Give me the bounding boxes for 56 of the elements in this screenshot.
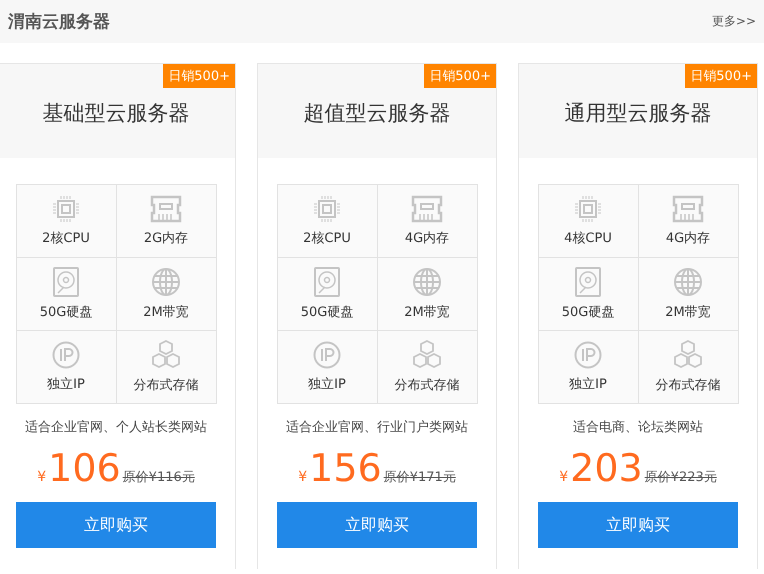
spec-label: 50G硬盘 [562, 304, 614, 321]
sales-badge: 日销500+ [424, 64, 496, 88]
price: 106 [48, 446, 121, 490]
spec-label: 4核CPU [564, 230, 612, 247]
spec-label: 独立IP [569, 376, 607, 393]
ip-icon [313, 341, 341, 369]
currency-symbol: ¥ [559, 469, 568, 485]
card-description: 适合企业官网、行业门户类网站 [286, 419, 468, 436]
currency-symbol: ¥ [298, 469, 308, 485]
buy-button[interactable]: 立即购买 [277, 502, 477, 548]
spec-label: 50G硬盘 [300, 304, 354, 321]
spec-label: 2M带宽 [143, 304, 189, 321]
buy-button[interactable]: 立即购买 [16, 502, 216, 548]
sales-badge: 日销500+ [163, 64, 235, 88]
card-title: 通用型云服务器 [564, 100, 712, 127]
buy-button[interactable]: 立即购买 [538, 502, 738, 548]
spec-label: 2G内存 [144, 230, 188, 247]
spec-label: 2核CPU [303, 230, 351, 247]
hexagons-icon [411, 340, 443, 370]
globe-icon [673, 267, 703, 297]
original-price: 原价¥116元 [122, 469, 195, 486]
spec-label: 2M带宽 [665, 304, 711, 321]
price: 156 [309, 446, 382, 490]
original-price: 原价¥171元 [384, 469, 456, 486]
globe-icon [412, 267, 442, 297]
globe-icon [151, 267, 181, 297]
hexagons-icon [672, 340, 704, 370]
ip-icon [574, 341, 602, 369]
card-description: 适合电商、论坛类网站 [573, 419, 703, 436]
spec-label: 独立IP [47, 376, 85, 393]
spec-label: 分布式存储 [656, 377, 720, 394]
hexagons-icon [150, 340, 182, 370]
spec-label: 分布式存储 [134, 377, 198, 394]
spec-label: 独立IP [308, 376, 346, 393]
spec-label: 4G内存 [666, 230, 710, 247]
chip-icon [574, 195, 602, 223]
price: 203 [570, 446, 643, 490]
original-price: 原价¥223元 [644, 469, 717, 486]
card-title: 超值型云服务器 [304, 100, 450, 127]
spec-label: 2M带宽 [404, 304, 450, 321]
ip-icon [52, 341, 80, 369]
spec-label: 4G内存 [404, 230, 450, 247]
spec-label: 50G硬盘 [40, 304, 92, 321]
sales-badge: 日销500+ [685, 64, 757, 88]
currency-symbol: ¥ [37, 469, 46, 485]
memory-icon [411, 195, 443, 223]
chip-icon [52, 195, 80, 223]
chip-icon [313, 195, 341, 223]
memory-icon [672, 195, 704, 223]
memory-icon [150, 195, 182, 223]
spec-label: 分布式存储 [394, 377, 460, 394]
card-description: 适合企业官网、个人站长类网站 [25, 419, 207, 436]
section-title: 渭南云服务器 [8, 11, 110, 33]
more-link[interactable]: 更多>> [712, 13, 756, 30]
card-title: 基础型云服务器 [42, 100, 190, 127]
spec-label: 2核CPU [42, 230, 90, 247]
